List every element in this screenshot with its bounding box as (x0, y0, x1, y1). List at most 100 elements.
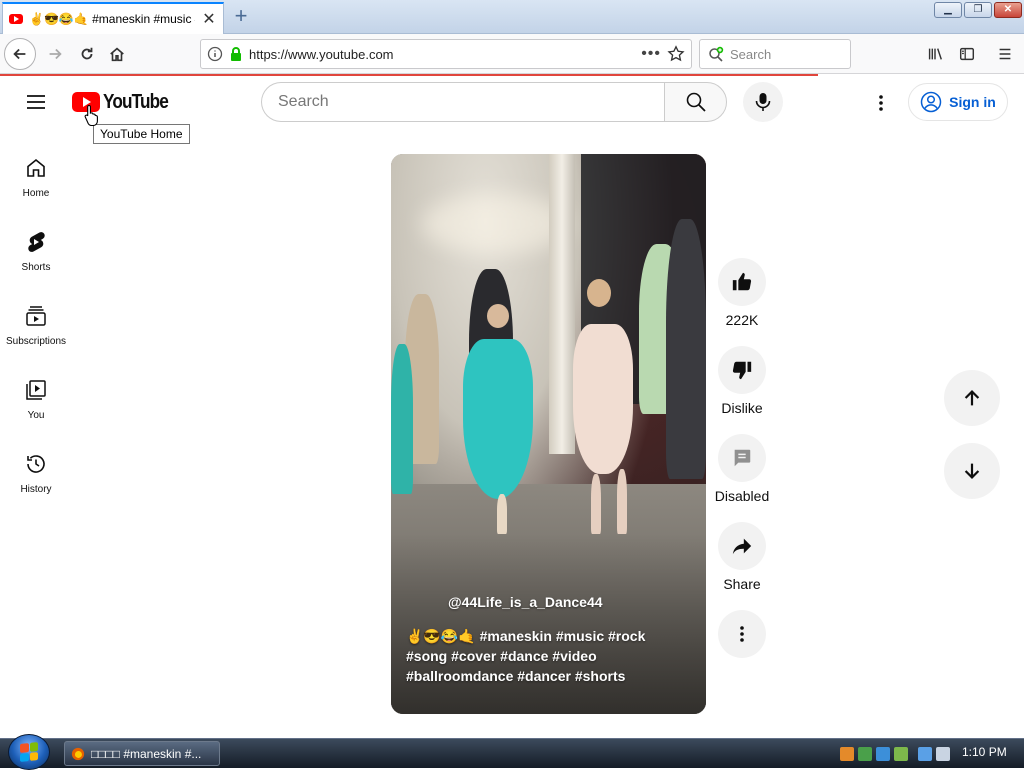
video-figure (391, 344, 413, 494)
url-text: https://www.youtube.com (249, 46, 394, 62)
youtube-favicon-icon (9, 14, 23, 24)
arrow-left-icon (13, 48, 26, 60)
dislike-button[interactable]: Dislike (717, 346, 767, 416)
like-button-circle[interactable] (718, 258, 766, 306)
forward-button[interactable] (40, 40, 70, 68)
video-figure (463, 339, 533, 499)
browser-home-button[interactable] (102, 40, 132, 68)
tray-app-icon[interactable] (858, 746, 872, 761)
comments-button-circle[interactable] (718, 434, 766, 482)
page-load-progress-bar (0, 74, 818, 76)
sign-in-button[interactable]: Sign in (908, 83, 1008, 121)
share-label: Share (723, 576, 761, 592)
share-button[interactable]: Share (717, 522, 767, 592)
tab-close-icon[interactable]: ✕ (201, 9, 217, 29)
new-tab-button[interactable]: + (228, 4, 254, 30)
tab-title: ✌😎😂🤙 #maneskin #music # (29, 12, 195, 26)
network-icon[interactable] (918, 746, 932, 761)
short-description[interactable]: ✌😎😂🤙 #maneskin #music #rock #song #cover… (406, 626, 686, 686)
next-short-button[interactable] (944, 443, 1000, 499)
video-figure (591, 474, 601, 534)
start-button[interactable] (8, 734, 50, 770)
you-library-icon (26, 379, 46, 400)
share-button-circle[interactable] (718, 522, 766, 570)
short-channel-name[interactable]: @44Life_is_a_Dance44 (448, 594, 603, 610)
search-plus-icon (709, 46, 724, 62)
shorts-icon (28, 231, 45, 252)
voice-search-button[interactable] (743, 82, 783, 122)
video-figure (617, 469, 627, 534)
guide-item-shorts[interactable]: Shorts (2, 218, 70, 284)
reload-button[interactable] (72, 40, 102, 68)
browser-tab-active[interactable]: ✌😎😂🤙 #maneskin #music # ✕ (2, 2, 224, 34)
history-icon (27, 454, 45, 473)
guide-item-subscriptions[interactable]: Subscriptions (2, 292, 70, 358)
hamburger-icon (27, 95, 45, 109)
arrow-up-icon (964, 390, 980, 406)
guide-menu-button[interactable] (22, 88, 50, 116)
arrow-right-icon (49, 48, 62, 60)
youtube-search-input[interactable]: Search (261, 82, 665, 122)
library-button[interactable] (920, 40, 950, 68)
taskbar-clock[interactable]: 1:10 PM (962, 745, 1007, 759)
bookmark-star-icon[interactable] (667, 45, 685, 63)
page-actions-icon[interactable]: ••• (641, 45, 661, 63)
sign-in-label: Sign in (949, 94, 996, 110)
tray-app-icon[interactable] (894, 746, 908, 761)
video-scenery (549, 154, 575, 454)
share-arrow-icon (732, 538, 752, 555)
sidebar-icon (959, 47, 975, 61)
video-figure (487, 304, 509, 328)
more-actions-circle[interactable] (718, 610, 766, 658)
arrow-down-icon (964, 463, 980, 479)
short-video-player[interactable]: @44Life_is_a_Dance44 ✌😎😂🤙 #maneskin #mus… (391, 154, 706, 714)
comments-button[interactable]: Disabled (714, 434, 770, 504)
video-figure (497, 494, 507, 534)
guide-item-label: Subscriptions (5, 335, 67, 347)
guide-item-label: History (20, 483, 52, 495)
taskbar-window-label: □□□□ #maneskin #... (91, 746, 202, 761)
settings-more-button[interactable] (866, 88, 896, 118)
sidebar-toggle-button[interactable] (952, 40, 982, 68)
guide-item-label: You (27, 409, 45, 421)
url-bar[interactable]: https://www.youtube.com ••• (200, 39, 692, 69)
taskbar-firefox-window[interactable]: □□□□ #maneskin #... (64, 741, 220, 766)
logo-tooltip: YouTube Home (93, 124, 190, 144)
library-icon (928, 48, 942, 60)
info-icon[interactable] (207, 46, 223, 62)
youtube-logo-text: YouTube (103, 90, 169, 113)
youtube-search-placeholder: Search (278, 93, 329, 110)
browser-search-placeholder: Search (730, 46, 772, 62)
home-icon (27, 158, 45, 177)
tray-app-icon[interactable] (840, 746, 854, 761)
back-button[interactable] (4, 38, 36, 70)
windows-logo-icon (20, 742, 38, 762)
dislike-button-circle[interactable] (718, 346, 766, 394)
browser-search-box[interactable]: Search (699, 39, 851, 69)
browser-menu-button[interactable] (990, 40, 1020, 68)
youtube-search-button[interactable] (664, 82, 727, 122)
account-circle-icon (920, 91, 942, 113)
subscriptions-icon (26, 305, 46, 326)
comment-disabled-icon (734, 449, 751, 467)
window-minimize-button[interactable]: ▁ (934, 2, 962, 18)
more-actions-button[interactable] (717, 610, 767, 658)
tray-app-icon[interactable] (876, 746, 890, 761)
volume-muted-icon[interactable] (936, 746, 950, 761)
video-figure (666, 219, 706, 479)
comments-label: Disabled (714, 488, 770, 504)
lock-icon[interactable] (229, 46, 243, 62)
hand-cursor-icon (84, 104, 98, 126)
like-count: 222K (725, 312, 759, 328)
guide-item-history[interactable]: History (2, 440, 70, 506)
reload-icon (81, 47, 93, 60)
guide-item-label: Home (22, 187, 50, 199)
guide-item-you[interactable]: You (2, 366, 70, 432)
guide-item-home[interactable]: Home (2, 144, 70, 210)
previous-short-button[interactable] (944, 370, 1000, 426)
window-close-button[interactable]: ✕ (994, 2, 1022, 18)
home-icon (110, 47, 124, 62)
window-restore-button[interactable]: ❐ (964, 2, 992, 18)
like-button[interactable]: 222K (717, 258, 767, 328)
video-scrim (391, 534, 706, 714)
